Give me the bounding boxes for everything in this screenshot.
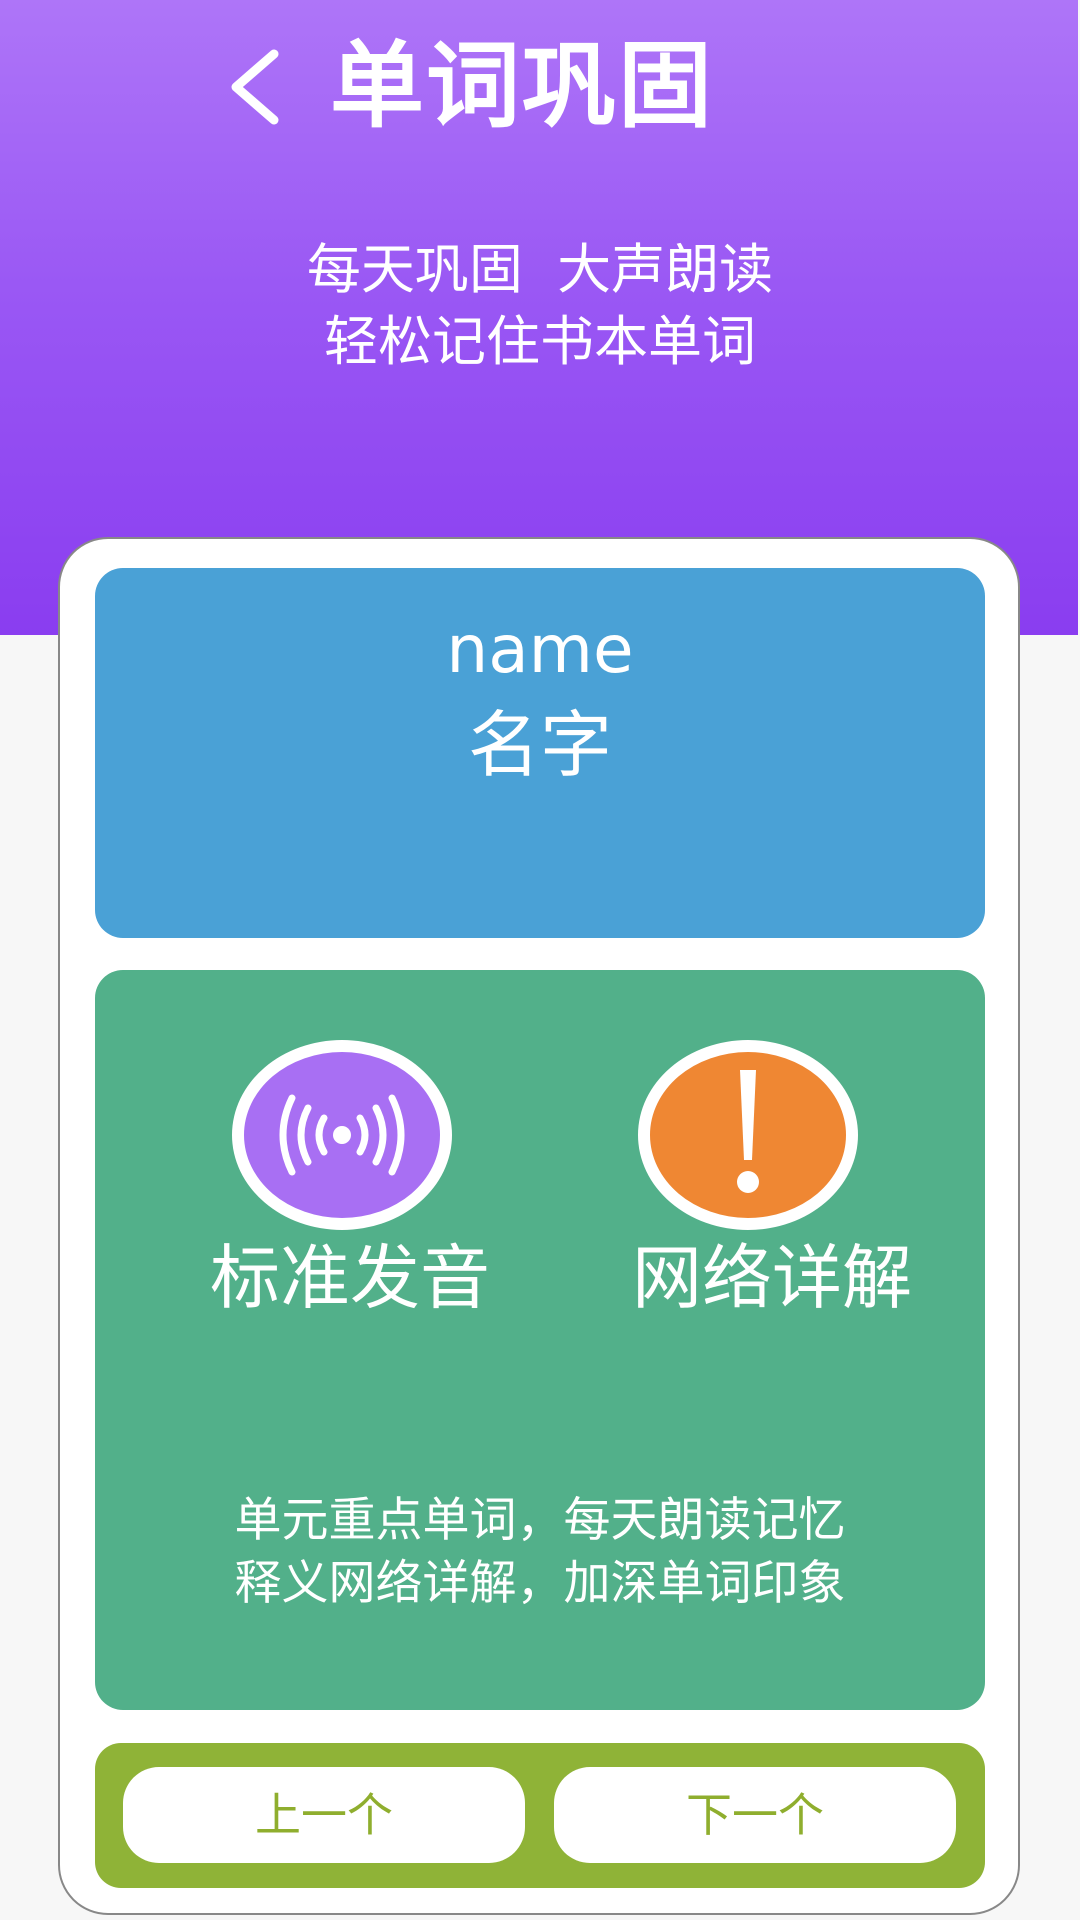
description-line-2: 释义网络详解，加深单词印象 [234, 1556, 846, 1611]
word-english: name [446, 611, 634, 688]
exclamation-icon [737, 1070, 759, 1193]
back-button[interactable] [222, 42, 292, 132]
sound-wave-icon [279, 1094, 405, 1176]
pronounce-button[interactable]: 标准发音 [180, 1040, 520, 1320]
details-circle [638, 1040, 858, 1230]
page-title: 单词巩固 [330, 32, 715, 141]
pronounce-circle [232, 1040, 452, 1230]
description-line-1: 单元重点单词，每天朗读记忆 [234, 1493, 846, 1548]
pronounce-label: 标准发音 [210, 1237, 490, 1319]
previous-button[interactable]: 上一个 [123, 1767, 525, 1863]
details-label: 网络详解 [632, 1237, 912, 1319]
word-chinese: 名字 [467, 703, 612, 787]
chevron-left-icon [231, 49, 279, 125]
subtitle-line-2: 轻松记住书本单词 [324, 310, 756, 373]
next-button[interactable]: 下一个 [554, 1767, 956, 1863]
subtitle-line-1: 每天巩固 大声朗读 [306, 238, 774, 301]
details-button[interactable]: 网络详解 [572, 1040, 912, 1320]
